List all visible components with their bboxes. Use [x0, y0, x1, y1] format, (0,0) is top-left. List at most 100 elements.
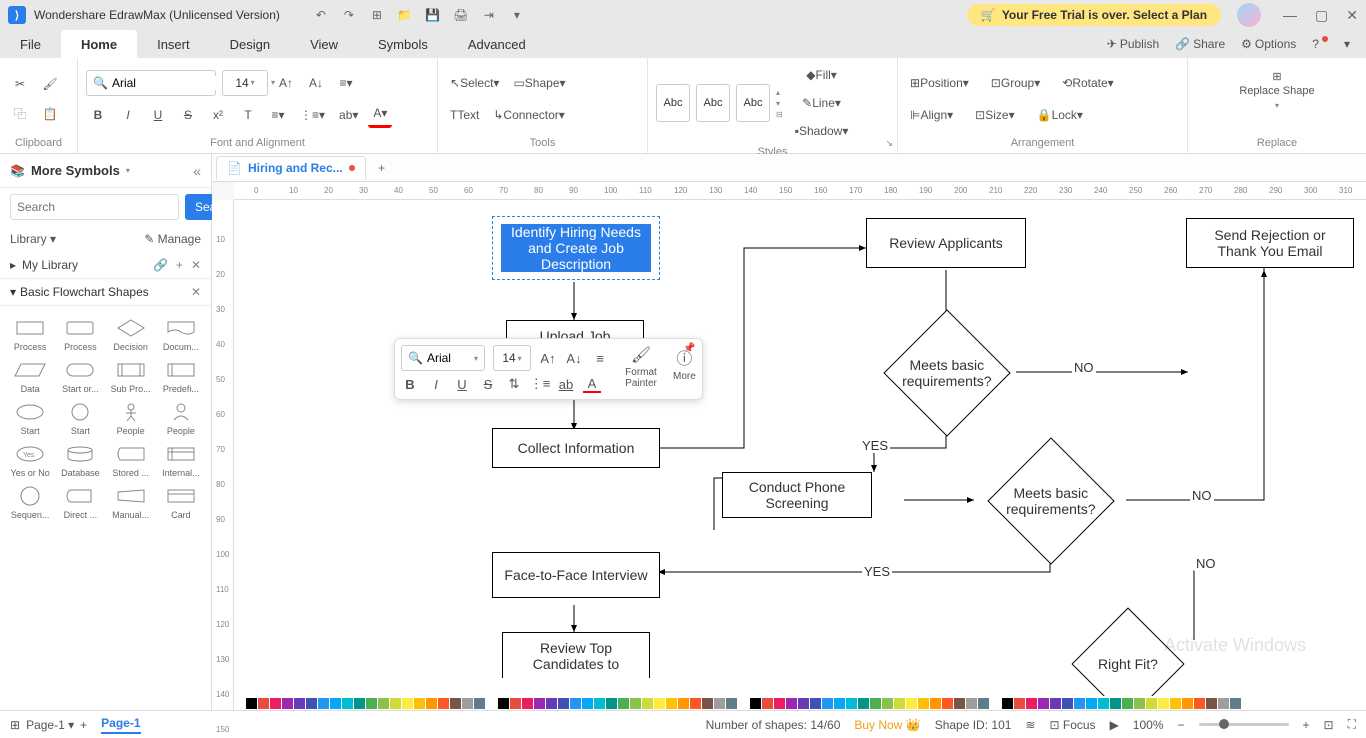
publish-button[interactable]: ✈ Publish	[1107, 37, 1159, 51]
copy-icon[interactable]: ⿻	[8, 101, 32, 127]
print-icon[interactable]: 🖨	[454, 8, 468, 22]
text-tool[interactable]: T Text	[446, 102, 483, 128]
color-swatch[interactable]	[282, 698, 293, 709]
font-color-icon[interactable]: A▾	[368, 102, 392, 128]
color-swatch[interactable]	[714, 698, 725, 709]
color-swatch[interactable]	[510, 698, 521, 709]
color-swatch[interactable]	[1026, 698, 1037, 709]
style-preset-1[interactable]: Abc	[656, 84, 690, 122]
color-swatch[interactable]	[1170, 698, 1181, 709]
add-page-icon[interactable]: +	[80, 718, 87, 732]
color-swatch[interactable]	[678, 698, 689, 709]
format-painter-icon[interactable]: 🖌	[38, 71, 62, 97]
zoom-slider[interactable]	[1199, 723, 1289, 726]
section-label[interactable]: Basic Flowchart Shapes	[20, 285, 149, 299]
color-swatch[interactable]	[654, 698, 665, 709]
color-swatch[interactable]	[906, 698, 917, 709]
replace-shape-button[interactable]: ⊞ Replace Shape ▾	[1235, 62, 1318, 118]
color-swatch[interactable]	[834, 698, 845, 709]
bold-icon[interactable]: B	[86, 102, 110, 128]
user-avatar[interactable]	[1237, 3, 1261, 27]
flowchart-node[interactable]: Review Applicants	[866, 218, 1026, 268]
bullets-icon[interactable]: ⋮≡▾	[296, 102, 329, 128]
mini-fontcolor-icon[interactable]: A	[583, 375, 601, 393]
align-dropdown-icon[interactable]: ≡▾	[334, 70, 358, 96]
color-swatch[interactable]	[378, 698, 389, 709]
mini-align-icon[interactable]: ≡	[591, 349, 609, 367]
menu-design[interactable]: Design	[210, 30, 290, 58]
trial-badge[interactable]: 🛒 Your Free Trial is over. Select a Plan	[967, 4, 1221, 26]
increase-font-icon[interactable]: A↑	[274, 70, 298, 96]
flowchart-node[interactable]: Review Top Candidates to	[502, 632, 650, 678]
flowchart-decision[interactable]: Meets basic requirements?	[883, 309, 1010, 436]
color-swatch[interactable]	[1230, 698, 1241, 709]
mini-underline-icon[interactable]: U	[453, 375, 471, 393]
underline-icon[interactable]: U	[146, 102, 170, 128]
color-swatch[interactable]	[762, 698, 773, 709]
color-swatch[interactable]	[306, 698, 317, 709]
color-swatch[interactable]	[1074, 698, 1085, 709]
layers-icon[interactable]: ≋	[1025, 718, 1035, 732]
shape-item[interactable]: Sequen...	[6, 482, 54, 522]
fullscreen-icon[interactable]: ⛶	[1348, 717, 1356, 732]
color-swatch[interactable]	[462, 698, 473, 709]
color-swatch[interactable]	[1218, 698, 1229, 709]
flowchart-node[interactable]: Collect Information	[492, 428, 660, 468]
mylibrary-close-icon[interactable]: ✕	[191, 258, 201, 272]
color-swatch[interactable]	[234, 698, 245, 709]
pin-icon[interactable]: 📌	[683, 343, 695, 354]
document-tab[interactable]: 📄 Hiring and Rec...	[216, 156, 366, 180]
color-swatch[interactable]	[438, 698, 449, 709]
help-button[interactable]: ?	[1312, 37, 1328, 51]
section-close-icon[interactable]: ✕	[191, 285, 201, 299]
case-icon[interactable]: T	[236, 102, 260, 128]
color-swatch[interactable]	[666, 698, 677, 709]
shape-item[interactable]: Stored ...	[107, 440, 155, 480]
mini-font-combo[interactable]: 🔍▾	[401, 345, 485, 371]
shape-item[interactable]: Sub Pro...	[107, 356, 155, 396]
shape-item[interactable]: Predefi...	[157, 356, 205, 396]
menu-insert[interactable]: Insert	[137, 30, 210, 58]
style-preset-2[interactable]: Abc	[696, 84, 730, 122]
shape-item[interactable]: Start	[6, 398, 54, 438]
zoom-out-icon[interactable]: −	[1178, 718, 1185, 732]
color-swatch[interactable]	[642, 698, 653, 709]
color-swatch[interactable]	[606, 698, 617, 709]
new-icon[interactable]: ⊞	[370, 8, 384, 22]
color-swatch[interactable]	[702, 698, 713, 709]
color-swatch[interactable]	[690, 698, 701, 709]
mini-decrease-font-icon[interactable]: A↓	[565, 349, 583, 367]
mini-increase-font-icon[interactable]: A↑	[539, 349, 557, 367]
color-swatch[interactable]	[402, 698, 413, 709]
color-swatch[interactable]	[990, 698, 1001, 709]
color-swatch[interactable]	[594, 698, 605, 709]
align-button[interactable]: ⊫ Align▾	[906, 102, 957, 128]
mini-bullets-icon[interactable]: ⋮≡	[531, 375, 549, 393]
flowchart-node[interactable]: Conduct Phone Screening	[722, 472, 872, 518]
color-swatch[interactable]	[894, 698, 905, 709]
flowchart-node[interactable]: Face-to-Face Interview	[492, 552, 660, 598]
shape-item[interactable]: Docum...	[157, 314, 205, 354]
color-swatch[interactable]	[942, 698, 953, 709]
save-icon[interactable]: 💾	[426, 8, 440, 22]
color-swatch[interactable]	[450, 698, 461, 709]
color-swatch[interactable]	[882, 698, 893, 709]
shape-tool[interactable]: ▭ Shape▾	[509, 70, 569, 96]
color-swatch[interactable]	[474, 698, 485, 709]
fit-page-icon[interactable]: ⊡	[1324, 718, 1334, 732]
mini-spacing-icon[interactable]: ⇅	[505, 375, 523, 393]
color-swatch[interactable]	[534, 698, 545, 709]
color-swatch[interactable]	[822, 698, 833, 709]
color-swatch[interactable]	[522, 698, 533, 709]
mini-format-painter[interactable]: 🖌 Format Painter	[619, 345, 663, 393]
flowchart-node[interactable]: Send Rejection or Thank You Email	[1186, 218, 1354, 268]
menu-symbols[interactable]: Symbols	[358, 30, 448, 58]
select-tool[interactable]: ↖ Select▾	[446, 70, 503, 96]
presentation-icon[interactable]: ▶	[1110, 718, 1119, 732]
focus-button[interactable]: ⊡ Focus	[1049, 718, 1095, 732]
export-icon[interactable]: ⇥	[482, 8, 496, 22]
qat-more-icon[interactable]: ▾	[510, 8, 524, 22]
color-swatch[interactable]	[1110, 698, 1121, 709]
shape-item[interactable]: Internal...	[157, 440, 205, 480]
flowchart-decision[interactable]: Meets basic requirements?	[987, 437, 1114, 564]
